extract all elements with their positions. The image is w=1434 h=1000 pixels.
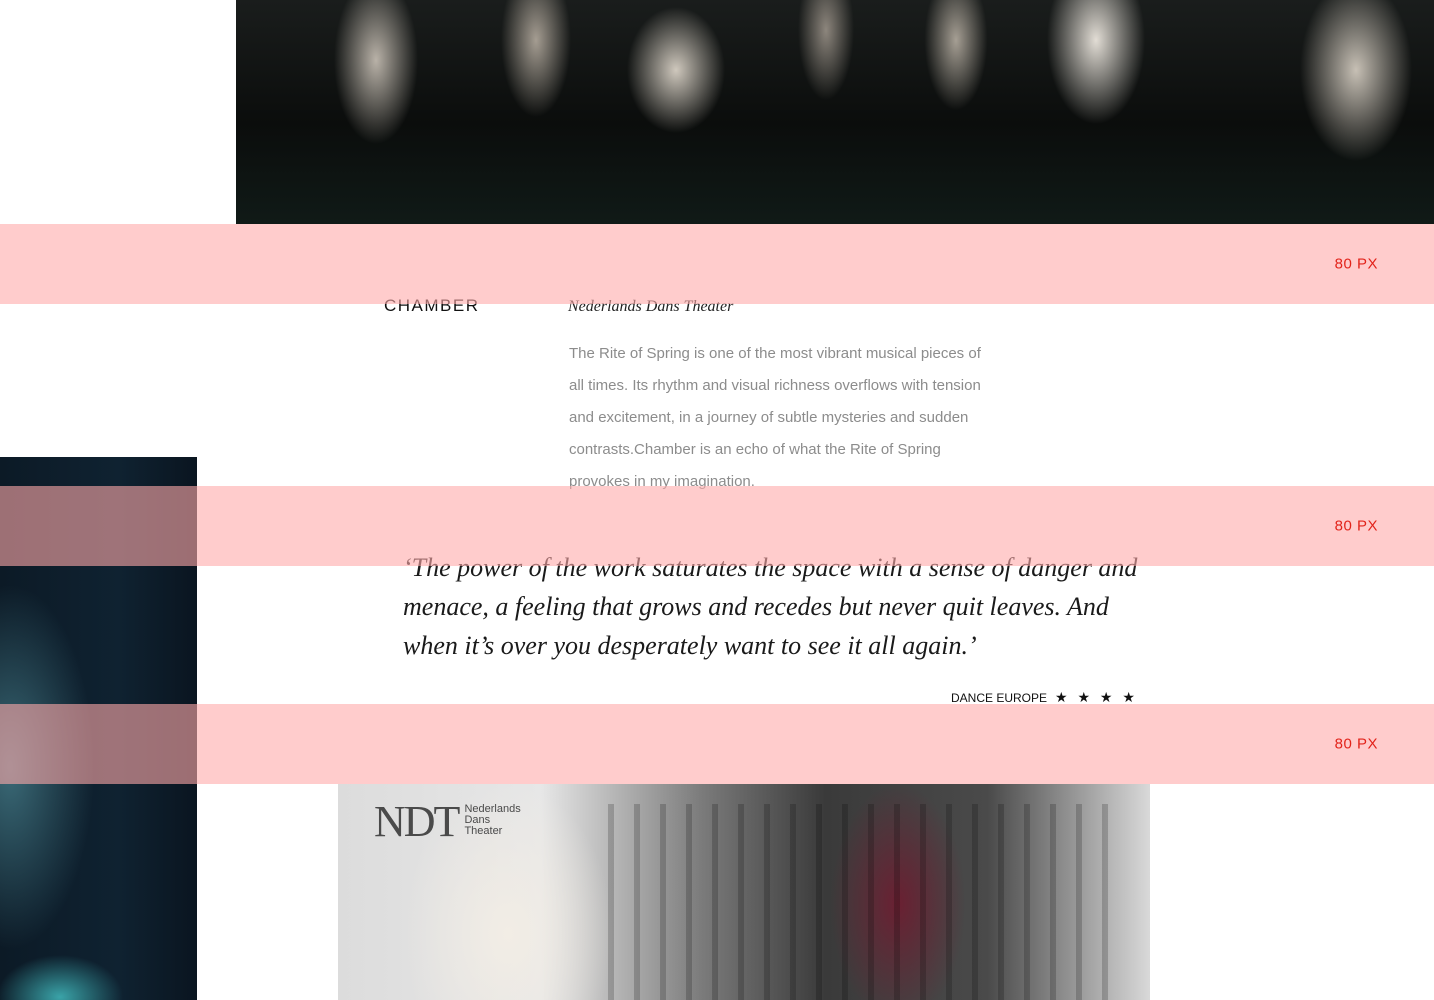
spacing-guide-label: 80 PX [1334, 517, 1378, 535]
piece-description: The Rite of Spring is one of the most vi… [569, 345, 981, 490]
spacing-guide-band: 80 PX [0, 704, 1434, 784]
spacing-guide-band: 80 PX [0, 224, 1434, 304]
spacing-guide-label: 80 PX [1334, 255, 1378, 273]
rehearsal-video[interactable]: NDT Nederlands Dans Theater [338, 784, 1150, 1000]
ndt-logo: NDT Nederlands Dans Theater [374, 797, 521, 846]
logo-word: Theater [464, 825, 503, 837]
spacing-guide-label: 80 PX [1334, 735, 1378, 753]
review-source: DANCE EUROPE [951, 690, 1048, 705]
hero-photo [236, 0, 1434, 224]
logo-mark: NDT [374, 797, 460, 846]
spacing-guide-band: 80 PX [0, 486, 1434, 566]
video-background-stairs [608, 804, 1108, 1000]
logo-words: Nederlands Dans Theater [464, 802, 520, 837]
